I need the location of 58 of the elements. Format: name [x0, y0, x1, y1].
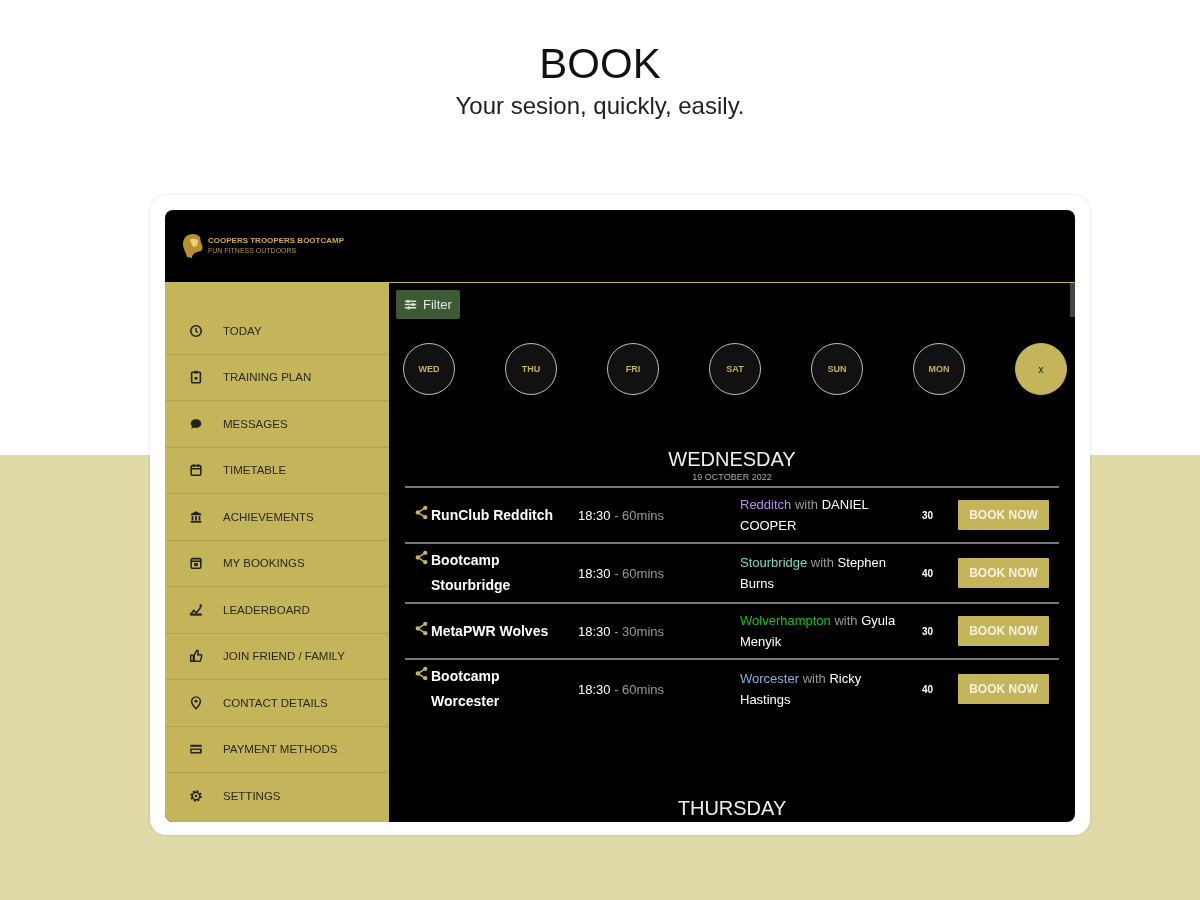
sidebar-item[interactable]: CONTACT DETAILS — [165, 680, 389, 727]
session-name: Bootcamp Worcester — [431, 667, 501, 711]
clock-icon — [189, 323, 203, 338]
logo-icon — [181, 232, 205, 260]
share-icon — [414, 620, 429, 636]
day-button[interactable]: SUN — [811, 343, 863, 395]
spaces-count: 40 — [922, 683, 935, 695]
sidebar-item[interactable]: PAYMENT METHODS — [165, 726, 389, 773]
share-icon — [414, 504, 429, 520]
session-location: Stourbridge with Stephen Burns — [740, 554, 888, 593]
session-location: Worcester with Ricky Hastings — [740, 670, 863, 709]
logo-name: COOPERS TROOPERS BOOTCAMP — [208, 236, 344, 246]
spaces-count: 30 — [922, 509, 935, 521]
sidebar-item[interactable]: TODAY — [165, 308, 389, 355]
session-location: Wolverhampton with Gyula Menyik — [740, 612, 897, 651]
day-button[interactable]: THU — [505, 343, 557, 395]
day-button[interactable]: MON — [913, 343, 965, 395]
sidebar-item[interactable]: LEADERBOARD — [165, 587, 389, 634]
sidebar-item[interactable]: TIMETABLE — [165, 447, 389, 494]
sidebar-item[interactable]: MY BOOKINGS — [165, 540, 389, 587]
day-button[interactable]: WED — [403, 343, 455, 395]
sidebar-item[interactable]: ACHIEVEMENTS — [165, 494, 389, 541]
day-button[interactable]: SAT — [709, 343, 761, 395]
share-icon — [414, 550, 429, 565]
day-heading: WEDNESDAY — [668, 447, 796, 471]
sidebar-item[interactable]: SETTINGS — [165, 773, 389, 820]
session-name: RunClub Redditch — [431, 505, 555, 525]
day-heading: THURSDAY — [677, 796, 787, 820]
calendar-icon — [189, 556, 203, 571]
filter-icon — [404, 298, 417, 311]
clipboard-icon — [189, 370, 203, 385]
spaces-count: 30 — [922, 625, 935, 637]
sidebar-item[interactable]: TRAINING PLAN — [165, 354, 389, 401]
building-icon — [189, 509, 203, 524]
page-title: BOOK — [539, 40, 661, 88]
session-time: 18:30 - 60mins — [578, 681, 666, 697]
session-time: 18:30 - 60mins — [578, 565, 666, 581]
close-button[interactable]: x — [1015, 343, 1067, 395]
spaces-count: 40 — [922, 567, 935, 579]
session-time: 18:30 - 60mins — [578, 507, 666, 523]
location-pin-icon — [189, 695, 203, 710]
scrollbar[interactable] — [1070, 283, 1075, 317]
chat-icon — [189, 416, 203, 431]
thumbs-up-icon — [189, 649, 203, 664]
session-time: 18:30 - 30mins — [578, 623, 666, 639]
chart-icon — [189, 602, 203, 617]
day-date: 19 OCTOBER 2022 — [692, 472, 772, 482]
session-location: Redditch with DANIEL COOPER — [740, 496, 870, 535]
settings-icon — [189, 789, 203, 804]
session-name: MetaPWR Wolves — [431, 621, 550, 641]
sidebar-item[interactable]: MESSAGES — [165, 401, 389, 448]
share-icon — [414, 666, 429, 681]
session-name: Bootcamp Stourbridge — [431, 551, 512, 595]
page-subtitle: Your sesion, quickly, easily. — [455, 92, 745, 120]
calendar-icon — [189, 463, 203, 478]
day-button[interactable]: FRI — [607, 343, 659, 395]
sidebar-item[interactable]: JOIN FRIEND / FAMILY — [165, 633, 389, 680]
filter-button[interactable]: Filter — [396, 290, 460, 319]
